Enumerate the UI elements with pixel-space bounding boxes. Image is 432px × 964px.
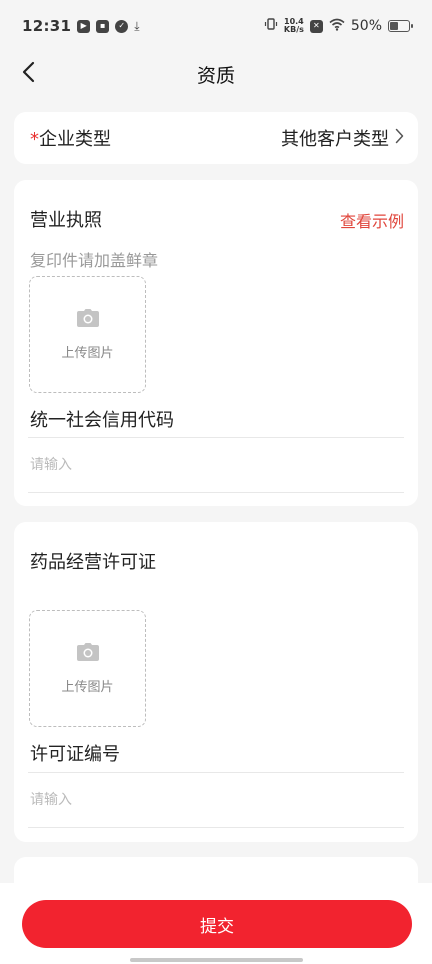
play-app-icon: ▶ [77,19,91,33]
network-speed: 10.4 KB/s [284,18,304,34]
license-number-label: 许可证编号 [30,744,120,765]
wifi-icon [329,18,345,35]
submit-button[interactable]: 提交 [22,900,412,948]
upload-label: 上传图片 [61,346,114,361]
enterprise-type-value: 其他客户类型 [281,129,389,150]
download-icon: ⤓ [134,18,140,33]
bottom-bar: 提交 [0,883,432,964]
business-license-card: 营业执照 查看示例 复印件请加盖鲜章 上传图片 统一社会信用代码 [14,180,418,506]
vibrate-icon [264,17,278,35]
credit-code-input[interactable] [30,448,402,482]
app-notification-icon: ▪ [96,19,110,33]
camera-icon [76,308,100,332]
sim-off-icon: ✕ [309,19,323,33]
home-indicator [130,958,303,962]
credit-code-label: 统一社会信用代码 [30,410,174,431]
chevron-right-icon [395,128,404,149]
business-license-title: 营业执照 [30,210,102,231]
chevron-left-icon [21,61,35,87]
header: 资质 [0,52,432,96]
drug-license-card: 药品经营许可证 上传图片 许可证编号 [14,522,418,842]
divider [28,437,404,438]
status-left: 12:31 ▶ ▪ ✓ ⤓ [22,17,140,35]
status-bar: 12:31 ▶ ▪ ✓ ⤓ 10.4 KB/s ✕ 50% [0,0,432,52]
network-speed-unit: KB/s [283,25,304,34]
divider [28,827,404,828]
check-notification-icon: ✓ [115,19,129,33]
battery-text: 50% [350,18,382,34]
business-license-hint: 复印件请加盖鲜章 [30,251,159,270]
camera-icon [76,642,100,666]
upload-label: 上传图片 [61,680,114,695]
drug-license-title: 药品经营许可证 [30,552,156,573]
back-button[interactable] [14,58,42,90]
divider [28,772,404,773]
status-right: 10.4 KB/s ✕ 50% [264,17,413,35]
license-number-input[interactable] [30,783,402,817]
status-time: 12:31 [22,17,72,35]
enterprise-type-label: *企业类型 [30,125,111,151]
divider [28,492,404,493]
drug-license-upload[interactable]: 上传图片 [29,610,146,727]
business-license-upload[interactable]: 上传图片 [29,276,146,393]
view-example-link[interactable]: 查看示例 [340,208,404,232]
enterprise-type-selector[interactable]: *企业类型 其他客户类型 [14,112,418,164]
battery-icon [388,20,413,32]
enterprise-type-label-text: 企业类型 [39,129,111,150]
enterprise-type-value-wrap: 其他客户类型 [281,125,404,151]
required-mark: * [30,129,39,150]
page-title: 资质 [196,64,235,87]
